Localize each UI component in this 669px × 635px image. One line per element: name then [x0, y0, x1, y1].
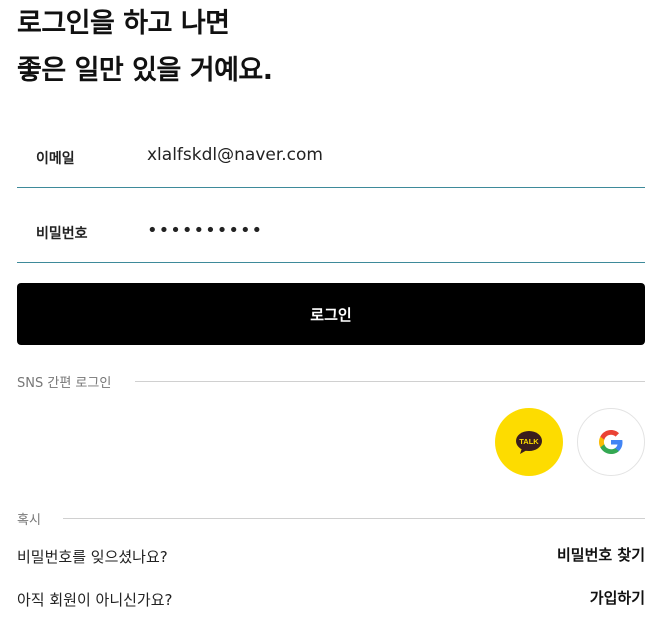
- find-password-link[interactable]: 비밀번호 찾기: [557, 544, 645, 565]
- login-button[interactable]: 로그인: [17, 283, 645, 345]
- email-input[interactable]: xlalfskdl@naver.com: [147, 145, 323, 165]
- email-label: 이메일: [36, 151, 75, 167]
- page-title: 로그인을 하고 나면 좋은 일만 있을 거예요.: [17, 0, 645, 94]
- page-title-line-2: 좋은 일만 있을 거예요.: [17, 55, 273, 86]
- help-divider: 혹시: [17, 509, 645, 528]
- password-label: 비밀번호: [36, 226, 88, 242]
- divider-line: [62, 518, 645, 519]
- kakao-talk-text: TALK: [519, 437, 539, 446]
- signup-text: 아직 회원이 아니신가요?: [17, 591, 173, 609]
- password-field[interactable]: 비밀번호 ••••••••••: [17, 193, 645, 263]
- email-field[interactable]: 이메일 xlalfskdl@naver.com: [17, 118, 645, 188]
- kakao-login-button[interactable]: TALK: [495, 408, 563, 476]
- google-icon: [599, 430, 623, 454]
- google-login-button[interactable]: [577, 408, 645, 476]
- help-label: 혹시: [17, 513, 41, 528]
- password-input[interactable]: ••••••••••: [147, 220, 263, 241]
- forgot-password-text: 비밀번호를 잊으셨나요?: [17, 548, 168, 566]
- kakao-talk-icon: TALK: [516, 431, 542, 454]
- signup-link[interactable]: 가입하기: [590, 587, 645, 608]
- sns-login-label: SNS 간편 로그인: [17, 376, 112, 391]
- divider-line: [135, 381, 645, 382]
- sns-login-divider: SNS 간편 로그인: [17, 372, 645, 391]
- page-title-line-1: 로그인을 하고 나면: [17, 8, 230, 39]
- login-page: 로그인을 하고 나면 좋은 일만 있을 거예요. 이메일 xlalfskdl@n…: [17, 0, 645, 609]
